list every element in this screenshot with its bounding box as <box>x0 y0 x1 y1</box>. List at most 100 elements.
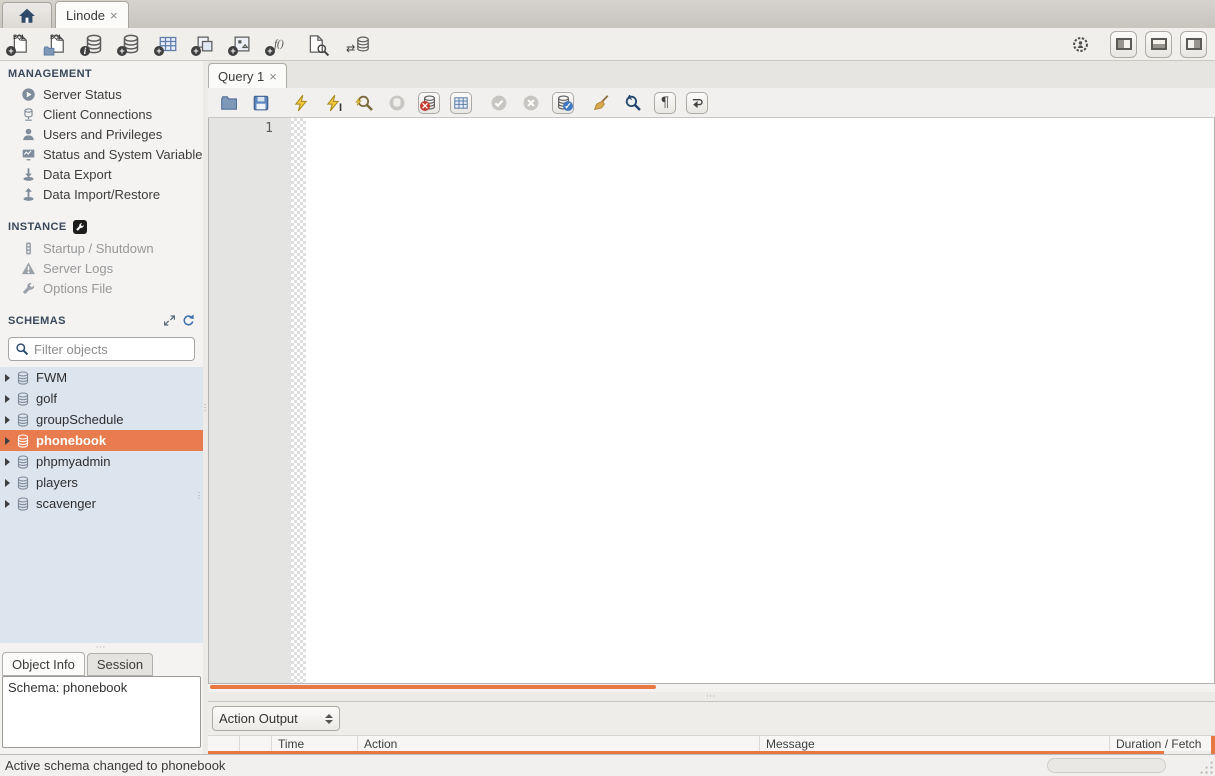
editor-hscrollbar-thumb[interactable] <box>210 685 656 689</box>
output-col-status[interactable] <box>208 736 240 751</box>
expand-arrow-icon[interactable] <box>5 500 10 508</box>
home-icon <box>18 7 36 25</box>
expand-arrow-icon[interactable] <box>5 479 10 487</box>
editor-output-splitter[interactable]: ⋯ <box>208 692 1215 701</box>
schema-item-golf[interactable]: golf <box>0 388 203 409</box>
query-tab-strip: Query 1 × <box>208 61 1215 88</box>
open-sql-script-icon[interactable]: SQL <box>45 32 69 56</box>
schemas-section-header: SCHEMAS <box>0 307 203 331</box>
schema-item-groupschedule[interactable]: groupSchedule <box>0 409 203 430</box>
schema-item-players[interactable]: players <box>0 472 203 493</box>
create-function-icon[interactable]: f()+ <box>267 32 291 56</box>
toggle-wrap-icon[interactable] <box>686 92 708 114</box>
expand-schemas-icon[interactable] <box>163 314 176 327</box>
toggle-right-sidebar-button[interactable] <box>1180 31 1207 58</box>
sidebar-item-startup-shutdown[interactable]: Startup / Shutdown <box>0 238 203 258</box>
schema-item-scavenger[interactable]: scavenger <box>0 493 203 514</box>
refresh-schemas-icon[interactable] <box>182 314 195 327</box>
sidebar-item-label: Server Logs <box>43 261 113 276</box>
schema-label: groupSchedule <box>36 412 123 427</box>
tree-splitter-handle[interactable]: ⋮ <box>195 494 203 498</box>
save-script-icon[interactable] <box>250 92 272 114</box>
home-tab[interactable] <box>2 2 52 28</box>
schema-icon <box>16 455 30 469</box>
create-procedure-icon[interactable]: + <box>230 32 254 56</box>
create-table-icon[interactable]: + <box>156 32 180 56</box>
sidebar-item-users-privileges[interactable]: Users and Privileges <box>0 124 203 144</box>
schema-item-phonebook-selected[interactable]: phonebook <box>0 430 203 451</box>
schema-icon <box>16 392 30 406</box>
close-icon[interactable]: × <box>110 8 118 23</box>
sidebar-item-data-import[interactable]: Data Import/Restore <box>0 184 203 204</box>
schema-filter-input[interactable] <box>34 342 188 357</box>
expand-arrow-icon[interactable] <box>5 395 10 403</box>
sidebar-item-client-connections[interactable]: Client Connections <box>0 104 203 124</box>
schema-item-fwm[interactable]: FWM <box>0 367 203 388</box>
sidebar-item-label: Startup / Shutdown <box>43 241 154 256</box>
create-view-icon[interactable]: + <box>193 32 217 56</box>
connection-tab-label: Linode <box>66 8 105 23</box>
sql-editor: 1 <box>208 118 1215 684</box>
sidebar-item-data-export[interactable]: Data Export <box>0 164 203 184</box>
explain-icon[interactable] <box>354 92 376 114</box>
toggle-invisibles-icon[interactable]: ¶ <box>654 92 676 114</box>
output-view-selector[interactable]: Action Output <box>212 706 340 731</box>
status-progress-pill <box>1047 758 1166 773</box>
output-col-time[interactable]: Time <box>272 736 358 751</box>
find-icon[interactable]: A <box>622 92 644 114</box>
toggle-autocommit-icon[interactable]: ✓ <box>552 92 574 114</box>
output-col-duration[interactable]: Duration / Fetch <box>1110 736 1215 751</box>
output-col-message[interactable]: Message <box>760 736 1110 751</box>
toggle-stop-on-error-icon[interactable]: ✕ <box>418 92 440 114</box>
beautify-icon[interactable] <box>590 92 612 114</box>
expand-arrow-icon[interactable] <box>5 437 10 445</box>
open-script-icon[interactable] <box>218 92 240 114</box>
execute-icon[interactable] <box>290 92 312 114</box>
schema-icon <box>16 476 30 490</box>
search-data-icon[interactable] <box>304 32 328 56</box>
startup-shutdown-icon <box>21 241 36 256</box>
sidebar-item-options-file[interactable]: Options File <box>0 278 203 298</box>
expand-arrow-icon[interactable] <box>5 416 10 424</box>
schema-label: players <box>36 475 78 490</box>
options-file-icon <box>21 281 36 296</box>
preferences-icon[interactable] <box>1068 32 1092 56</box>
expand-arrow-icon[interactable] <box>5 374 10 382</box>
instance-wrench-icon <box>73 220 87 234</box>
expand-arrow-icon[interactable] <box>5 458 10 466</box>
editor-text-area[interactable] <box>306 118 1214 683</box>
tab-object-info[interactable]: Object Info <box>2 652 85 676</box>
bottom-panel-icon <box>1151 38 1167 50</box>
query-tab[interactable]: Query 1 × <box>208 63 287 88</box>
inspect-database-icon[interactable]: i <box>82 32 106 56</box>
reconnect-dbms-icon[interactable]: ⇄ <box>349 32 373 56</box>
search-icon <box>15 342 29 356</box>
sidebar-splitter[interactable]: ⋯ <box>0 643 203 652</box>
output-col-action[interactable]: Action <box>358 736 760 751</box>
instance-title: INSTANCE <box>8 221 67 233</box>
sidebar-item-server-logs[interactable]: Server Logs <box>0 258 203 278</box>
create-schema-icon[interactable]: + <box>119 32 143 56</box>
schema-icon <box>16 371 30 385</box>
tab-session[interactable]: Session <box>87 653 153 676</box>
query-tab-label: Query 1 <box>218 69 264 84</box>
schema-label: FWM <box>36 370 67 385</box>
output-vscrollbar[interactable] <box>1211 736 1215 754</box>
output-col-index[interactable] <box>240 736 272 751</box>
close-icon[interactable]: × <box>269 69 277 84</box>
schema-label: golf <box>36 391 57 406</box>
sidebar-item-server-status[interactable]: Server Status <box>0 84 203 104</box>
new-sql-tab-icon[interactable]: SQL+ <box>8 32 32 56</box>
connection-tab[interactable]: Linode × <box>55 1 129 28</box>
execute-current-icon[interactable]: I <box>322 92 344 114</box>
schema-item-phpmyadmin[interactable]: phpmyadmin <box>0 451 203 472</box>
schemas-title: SCHEMAS <box>8 315 66 327</box>
limit-rows-icon[interactable] <box>450 92 472 114</box>
resize-grip[interactable] <box>1199 760 1213 774</box>
main-toolbar: SQL+ SQL i + + + + f()+ <box>0 28 1215 61</box>
toggle-output-area-button[interactable] <box>1145 31 1172 58</box>
toggle-left-sidebar-button[interactable] <box>1110 31 1137 58</box>
sidebar-item-status-system-variables[interactable]: Status and System Variables <box>0 144 203 164</box>
commit-icon <box>488 92 510 114</box>
server-logs-icon <box>21 261 36 276</box>
